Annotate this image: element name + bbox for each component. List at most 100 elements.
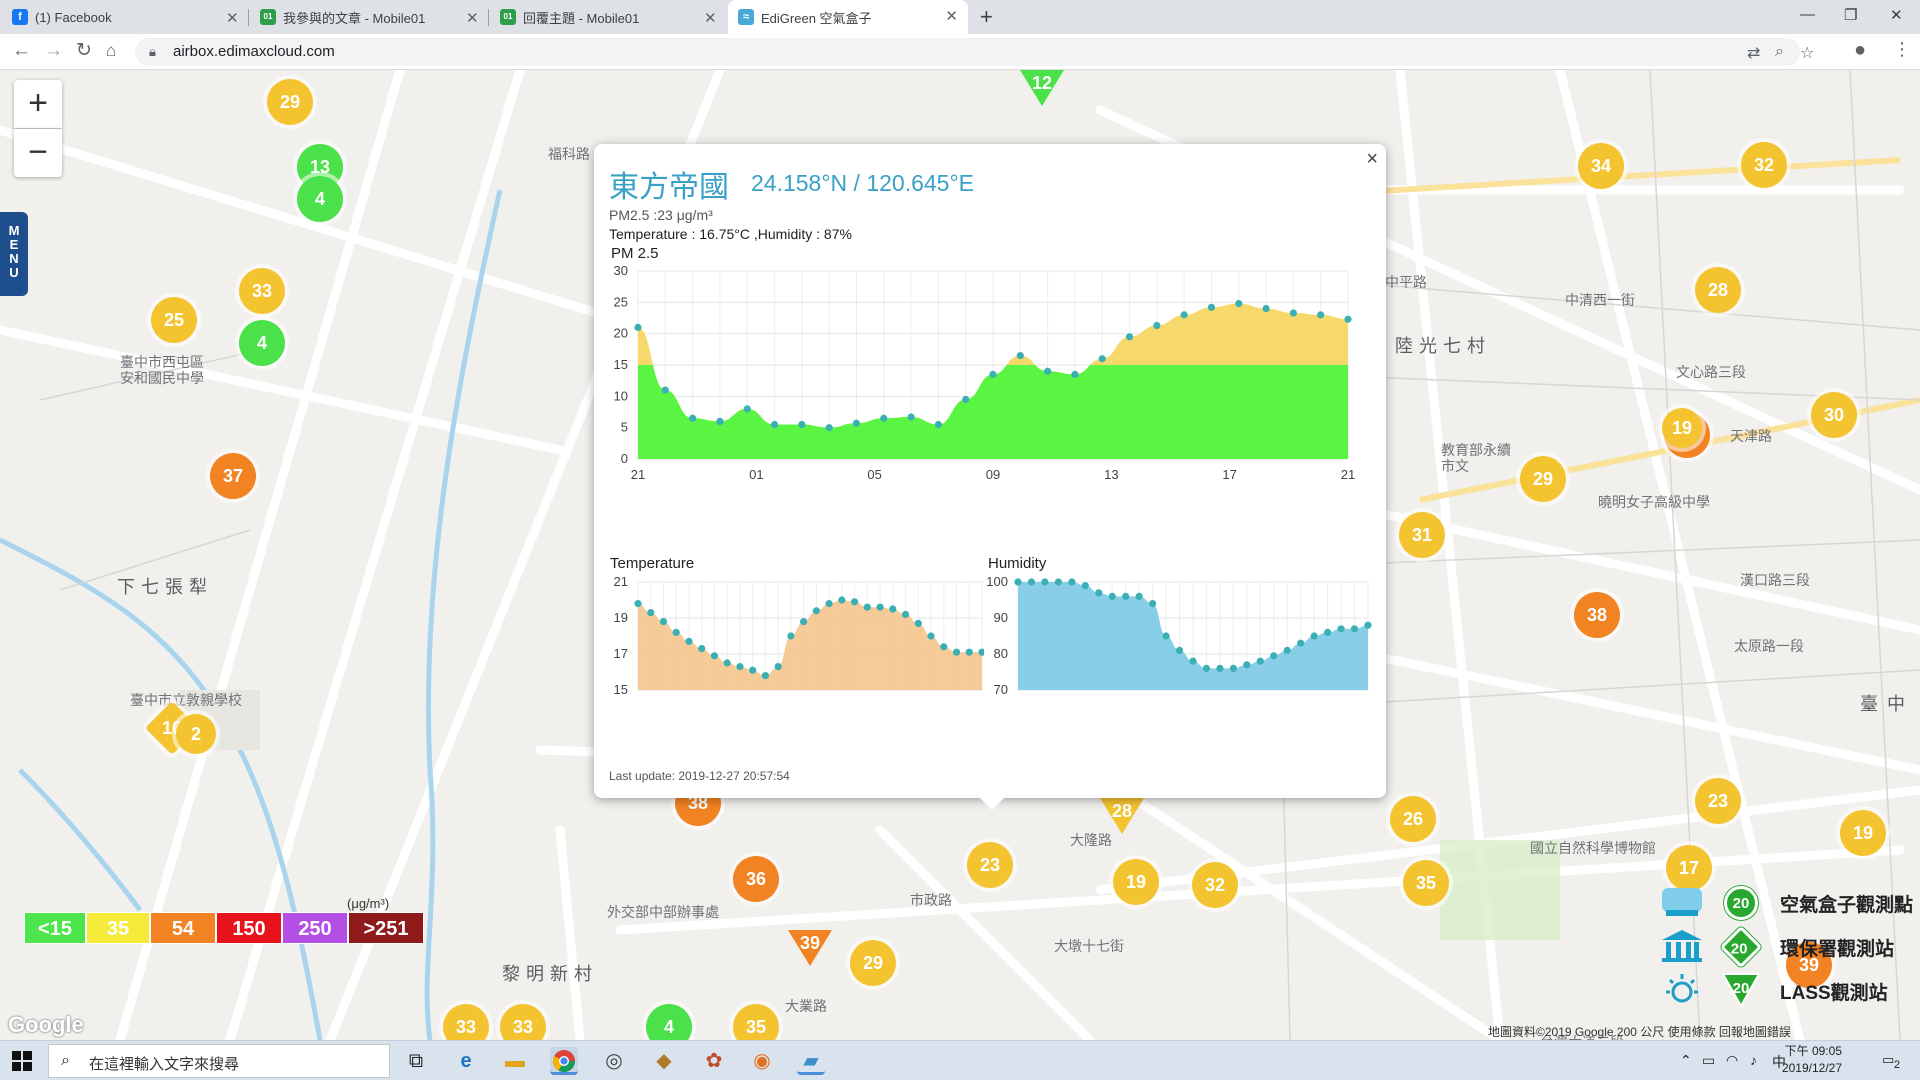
menu-button[interactable]: MENU	[0, 212, 28, 296]
y-tick-label: 90	[994, 610, 1008, 625]
airbox-marker[interactable]: 19	[1113, 859, 1159, 905]
x-tick-label: 13	[1104, 467, 1118, 479]
lass-station-marker[interactable]: 39	[786, 930, 834, 970]
notification-icon[interactable]: ▭	[1882, 1052, 1894, 1068]
airbox-marker[interactable]: 4	[239, 320, 285, 366]
clock-time: 下午 09:05	[1784, 1044, 1842, 1058]
data-point	[1207, 303, 1216, 311]
app-icon[interactable]: ▰	[797, 1047, 825, 1075]
translate-icon[interactable]: ⇄	[1747, 43, 1760, 63]
file-explorer-icon[interactable]: ▬	[501, 1047, 529, 1075]
airbox-marker[interactable]: 4	[297, 176, 343, 222]
edge-browser-icon[interactable]: e	[452, 1047, 480, 1075]
task-view-icon[interactable]: ⧉	[402, 1047, 430, 1075]
close-tab-icon[interactable]: ✕	[226, 9, 239, 27]
back-arrow-icon[interactable]: ←	[12, 40, 31, 62]
new-tab-button[interactable]: +	[980, 4, 993, 30]
data-point	[907, 413, 915, 421]
home-icon[interactable]: ⌂	[106, 40, 116, 62]
map-label: 教育部永續 市文	[1441, 442, 1511, 474]
minimize-icon[interactable]: —	[1800, 6, 1815, 23]
zoom-out-button[interactable]: −	[14, 129, 62, 177]
tab-title: (1) Facebook	[35, 9, 112, 25]
tab-mobile01-reply[interactable]: 01 回覆主題 - Mobile01	[500, 0, 700, 34]
airbox-marker[interactable]: 2	[176, 714, 216, 754]
airbox-marker[interactable]: 29	[267, 79, 313, 125]
airbox-marker[interactable]: 23	[1695, 778, 1741, 824]
legend-airbox[interactable]: 20 空氣盒子觀測點	[1660, 884, 1920, 924]
y-tick-label: 0	[621, 451, 628, 466]
close-tab-icon[interactable]: ✕	[945, 9, 958, 25]
app-icon[interactable]: ✿	[700, 1047, 728, 1075]
tab-title: 我參與的文章 - Mobile01	[283, 10, 426, 26]
tab-mobile01-articles[interactable]: 01 我參與的文章 - Mobile01	[260, 0, 460, 34]
restore-icon[interactable]: ❐	[1844, 6, 1857, 24]
clock-app-icon[interactable]: ◎	[600, 1047, 628, 1075]
y-tick-label: 17	[614, 646, 628, 661]
wifi-icon[interactable]: ◠	[1726, 1052, 1738, 1069]
more-menu-icon[interactable]: ⋮	[1893, 39, 1911, 60]
airbox-marker[interactable]: 32	[1741, 142, 1787, 188]
chrome-icon[interactable]	[550, 1047, 578, 1075]
map-label: 臺中市立敦親學校	[130, 692, 242, 708]
data-point	[787, 632, 795, 640]
y-tick-label: 10	[614, 388, 628, 403]
tray-expand-icon[interactable]: ⌃	[1680, 1052, 1692, 1069]
volume-icon[interactable]: ♪	[1750, 1052, 1757, 1068]
map-attribution[interactable]: 地圖資料©2019 Google 200 公尺 使用條款 回報地圖錯誤	[1488, 1023, 1791, 1040]
data-point	[1054, 578, 1062, 586]
airbox-marker[interactable]: 19	[1662, 408, 1702, 448]
taskbar-search-box[interactable]: ⌕ 在這裡輸入文字來搜尋	[48, 1044, 390, 1078]
tab-facebook[interactable]: f (1) Facebook	[12, 0, 202, 34]
airbox-marker[interactable]: 23	[967, 842, 1013, 888]
legend-lass[interactable]: 20 LASS觀測站	[1660, 972, 1920, 1012]
airbox-marker[interactable]: 28	[1695, 267, 1741, 313]
aqi-cell: 150	[216, 912, 282, 944]
reload-icon[interactable]: ↻	[76, 40, 92, 62]
forward-arrow-icon[interactable]: →	[44, 40, 63, 62]
airbox-marker[interactable]: 26	[1390, 796, 1436, 842]
legend-epa[interactable]: 20 環保署觀測站	[1660, 925, 1920, 969]
airbox-marker[interactable]: 33	[239, 268, 285, 314]
zoom-magnifier-icon[interactable]: ⌕	[1775, 43, 1784, 61]
app-icon[interactable]: ◉	[748, 1047, 776, 1075]
data-point	[889, 605, 897, 613]
airbox-marker[interactable]: 38	[1574, 592, 1620, 638]
profile-avatar-icon[interactable]: ●	[1854, 39, 1866, 62]
tab-edigreen-active[interactable]: ≈ EdiGreen 空氣盒子 ✕	[728, 0, 968, 34]
lass-station-marker[interactable]: 28	[1098, 798, 1146, 838]
battery-icon[interactable]: ▭	[1702, 1052, 1715, 1069]
close-tab-icon[interactable]: ✕	[704, 9, 717, 27]
close-popup-icon[interactable]: ×	[1366, 148, 1378, 171]
airbox-marker[interactable]: 35	[1403, 860, 1449, 906]
airbox-marker[interactable]: 37	[210, 453, 256, 499]
data-point	[716, 417, 724, 425]
app-icon[interactable]: ◆	[650, 1047, 678, 1075]
station-name: 東方帝國	[609, 171, 729, 204]
bookmark-star-icon[interactable]: ☆	[1800, 43, 1814, 63]
close-window-icon[interactable]: ✕	[1890, 6, 1903, 24]
airbox-marker[interactable]: 25	[151, 297, 197, 343]
airbox-marker[interactable]: 34	[1578, 143, 1624, 189]
url-text[interactable]: airbox.edimaxcloud.com	[173, 43, 335, 60]
airbox-marker[interactable]: 32	[1192, 862, 1238, 908]
data-point	[1229, 664, 1237, 672]
data-point	[1027, 578, 1036, 586]
system-clock[interactable]: 下午 09:05 2019/12/27	[1782, 1043, 1842, 1077]
map-label: 外交部中部辦事處	[607, 904, 719, 920]
lass-station-marker[interactable]: 12	[1018, 70, 1066, 110]
data-point	[1344, 315, 1352, 323]
screen: f (1) Facebook ✕ 01 我參與的文章 - Mobile01 ✕ …	[0, 0, 1920, 1080]
address-bar[interactable]: 🔒︎ airbox.edimaxcloud.com ⇄ ⌕ ☆	[135, 38, 1814, 66]
data-point	[736, 663, 744, 671]
airbox-marker[interactable]: 30	[1811, 392, 1857, 438]
airbox-marker[interactable]: 19	[1840, 810, 1886, 856]
airbox-marker[interactable]: 31	[1399, 512, 1445, 558]
data-point	[852, 419, 861, 427]
close-tab-icon[interactable]: ✕	[466, 9, 479, 27]
airbox-marker[interactable]: 29	[850, 940, 896, 986]
airbox-marker[interactable]: 36	[733, 856, 779, 902]
zoom-in-button[interactable]: +	[14, 80, 62, 128]
airbox-marker[interactable]: 29	[1520, 456, 1566, 502]
windows-start-icon[interactable]	[12, 1051, 32, 1071]
